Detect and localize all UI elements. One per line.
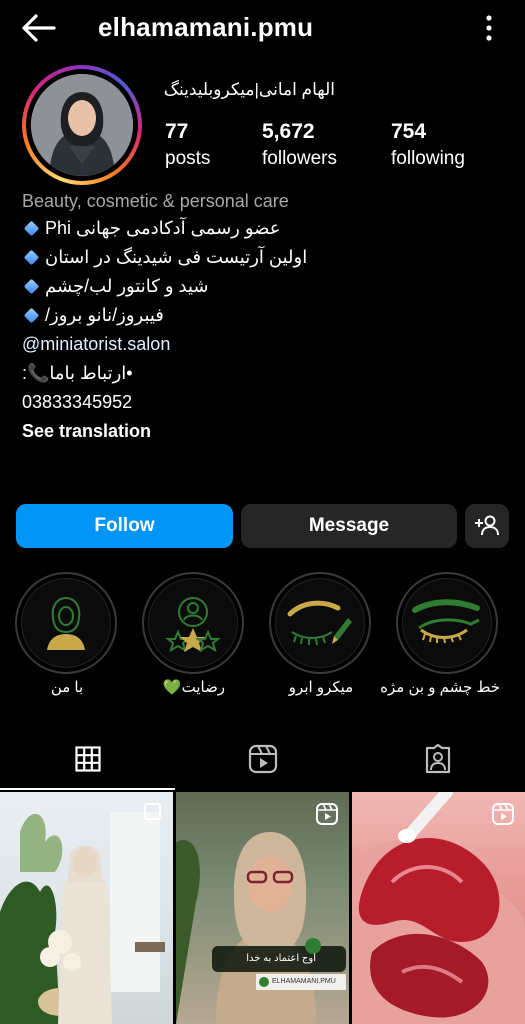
highlight-satisfaction[interactable]: رضایت💚 — [142, 572, 246, 696]
profile-username: elhamamani.pmu — [98, 12, 314, 42]
bio-link[interactable]: @miniatorist.salon — [22, 330, 502, 359]
reel-icon — [492, 803, 514, 825]
following-stat[interactable]: 754 following — [391, 120, 465, 170]
followers-count: 5,672 — [262, 120, 315, 143]
highlight-label: میکرو ابرو — [288, 679, 354, 696]
bio: Beauty, cosmetic & personal care عضو رسم… — [22, 188, 502, 446]
bio-phone[interactable]: 03833345952 — [22, 388, 502, 417]
bio-contact-label: •ارتباط باما📞: — [22, 363, 133, 383]
story-ring[interactable] — [22, 65, 142, 185]
followers-label: followers — [262, 148, 337, 169]
tagged-user-icon — [425, 744, 450, 774]
bio-line-text: شید و کانتور لب/چشم — [45, 276, 209, 296]
see-translation-link[interactable]: See translation — [22, 417, 502, 446]
reel-caption: اوج اعتماد به خدا — [246, 953, 316, 964]
woman-icon — [47, 596, 85, 650]
avatar[interactable] — [31, 74, 133, 176]
highlight-label: رضایت💚 — [162, 679, 226, 696]
bio-line: شید و کانتور لب/چشم — [22, 272, 502, 301]
follow-button[interactable]: Follow — [16, 504, 233, 548]
eyeliner-icon — [412, 599, 480, 644]
post-image — [352, 792, 525, 1024]
highlight-label: با من — [50, 679, 84, 696]
post-image — [176, 832, 346, 1024]
posts-grid: اوج اعتماد به خدا ELHAMAMANI.PMU — [0, 790, 525, 1024]
bio-category: Beauty, cosmetic & personal care — [22, 191, 289, 211]
reels-icon — [248, 744, 277, 774]
highlight-micro-brow[interactable]: میکرو ابرو — [269, 572, 373, 696]
followers-stat[interactable]: 5,672 followers — [262, 120, 337, 170]
blue-diamond-icon — [23, 278, 40, 295]
post-thumbnail[interactable]: اوج اعتماد به خدا ELHAMAMANI.PMU — [176, 792, 349, 1024]
bio-line: فیبروز/نانو بروز/ — [22, 301, 502, 330]
bio-line: عضو رسمی آدکادمی جهانی Phi — [22, 214, 502, 243]
blue-diamond-icon — [23, 220, 40, 237]
add-user-icon — [475, 515, 499, 536]
tab-posts-grid[interactable] — [0, 728, 175, 790]
reel-handle: ELHAMAMANI.PMU — [272, 978, 336, 985]
posts-stat[interactable]: 77 posts — [165, 120, 210, 170]
profile-tabs — [0, 728, 525, 790]
star-user-icon — [165, 597, 221, 653]
tab-tagged[interactable] — [350, 728, 525, 790]
eyebrow-pen-icon — [287, 600, 352, 646]
highlight-eyeliner[interactable]: خط چشم و بن مژه — [380, 572, 500, 696]
bio-line-text: اولین آرتیست فی شیدینگ در استان — [45, 247, 308, 267]
blue-diamond-icon — [23, 307, 40, 324]
message-button[interactable]: Message — [241, 504, 457, 548]
reel-icon — [316, 803, 338, 825]
posts-label: posts — [165, 148, 211, 169]
more-options-icon[interactable] — [483, 14, 495, 42]
highlight-label: خط چشم و بن مژه — [380, 679, 500, 696]
tab-reels[interactable] — [175, 728, 350, 790]
following-label: following — [391, 148, 465, 169]
top-bar: elhamamani.pmu — [0, 0, 525, 56]
post-thumbnail[interactable] — [352, 792, 525, 1024]
back-arrow-icon[interactable] — [20, 12, 58, 44]
post-thumbnail[interactable] — [0, 792, 173, 1024]
posts-count: 77 — [165, 120, 189, 143]
following-count: 754 — [391, 120, 427, 143]
highlight-about-me[interactable]: با من — [15, 572, 119, 696]
blue-diamond-icon — [23, 249, 40, 266]
post-image — [0, 812, 165, 1024]
grid-icon — [74, 746, 101, 772]
multi-photo-icon — [144, 803, 161, 820]
bio-line-text: فیبروز/نانو بروز/ — [45, 305, 164, 325]
avatar-portrait — [31, 74, 133, 176]
suggested-users-button[interactable] — [465, 504, 509, 548]
bio-line: اولین آرتیست فی شیدینگ در استان — [22, 243, 502, 272]
display-name: الهام امانی|میکروبلیدینگ — [163, 80, 335, 99]
bio-line-text: عضو رسمی آدکادمی جهانی Phi — [45, 218, 281, 238]
